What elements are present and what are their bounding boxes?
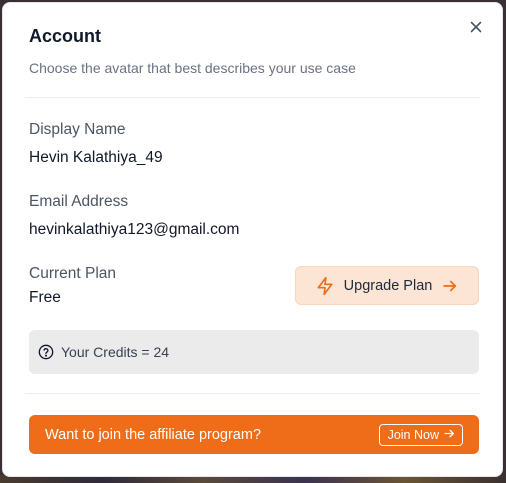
modal-title: Account (29, 26, 101, 46)
divider (25, 97, 480, 98)
email-value: hevinkalathiya123@gmail.com (29, 221, 240, 238)
divider (25, 393, 480, 394)
close-button[interactable] (468, 19, 484, 35)
credits-text: Your Credits = 24 (61, 344, 170, 360)
close-icon (468, 19, 484, 35)
email-label: Email Address (29, 193, 129, 210)
upgrade-plan-button[interactable]: Upgrade Plan (295, 266, 479, 305)
current-plan-label: Current Plan (29, 265, 117, 282)
join-now-button[interactable]: Join Now (378, 423, 463, 446)
credits-panel: Your Credits = 24 (29, 330, 479, 374)
join-now-label: Join Now (387, 427, 439, 442)
arrow-right-icon (443, 427, 456, 443)
account-modal: Account Choose the avatar that best desc… (2, 2, 503, 477)
arrow-right-icon (441, 277, 459, 295)
display-name-value: Hevin Kalathiya_49 (29, 149, 163, 166)
affiliate-banner: Want to join the affiliate program? Join… (29, 415, 479, 454)
current-plan-value: Free (29, 289, 61, 306)
upgrade-plan-label: Upgrade Plan (343, 277, 433, 294)
lightning-icon (315, 276, 335, 296)
help-circle-icon (38, 344, 54, 360)
display-name-label: Display Name (29, 121, 126, 138)
affiliate-text: Want to join the affiliate program? (45, 426, 262, 443)
modal-subtitle: Choose the avatar that best describes yo… (29, 60, 356, 76)
